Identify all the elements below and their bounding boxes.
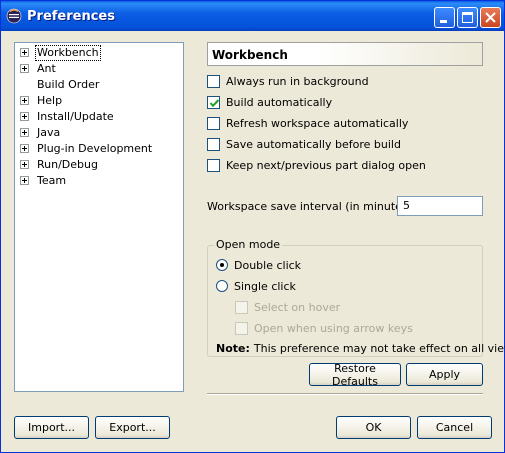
restore-defaults-button[interactable]: Restore Defaults <box>309 362 401 388</box>
tree-item-label[interactable]: Help <box>36 94 63 108</box>
tree-item-run-debug[interactable]: Run/Debug <box>15 157 183 173</box>
title-bar[interactable]: Preferences <box>1 1 504 31</box>
checkmark-icon <box>209 98 220 107</box>
tree-item-ant[interactable]: Ant <box>15 61 183 77</box>
checkbox-box[interactable] <box>207 116 220 130</box>
tree-item-label[interactable]: Plug-in Development <box>36 142 153 156</box>
page-title: Workbench <box>207 42 483 66</box>
checkbox-box[interactable] <box>207 137 220 151</box>
checkbox-label: Open when using arrow keys <box>254 321 413 335</box>
keep-dialog-open-checkbox[interactable]: Keep next/previous part dialog open <box>207 157 426 173</box>
checkbox-label: Select on hover <box>254 300 341 314</box>
tree-item-help[interactable]: Help <box>15 93 183 109</box>
maximize-icon <box>462 12 473 23</box>
open-mode-note: Note: This preference may not take effect… <box>216 342 505 355</box>
checkbox-box[interactable] <box>207 74 220 88</box>
checkbox-box[interactable] <box>207 95 220 109</box>
checkbox-box[interactable] <box>207 158 220 172</box>
checkbox-label[interactable]: Always run in background <box>226 75 369 88</box>
ok-button[interactable]: OK <box>336 416 411 439</box>
note-text: This preference may not take effect on a… <box>253 342 505 355</box>
tree-item-install-update[interactable]: Install/Update <box>15 109 183 125</box>
tree-item-team[interactable]: Team <box>15 173 183 189</box>
open-arrow-keys-checkbox: Open when using arrow keys <box>235 320 413 336</box>
radio-button[interactable] <box>216 280 228 292</box>
eclipse-icon <box>6 8 22 24</box>
plus-expander-icon[interactable] <box>20 96 29 105</box>
save-interval-label: Workspace save interval (in minutes): <box>207 200 416 213</box>
checkbox-box <box>235 300 248 314</box>
maximize-button[interactable] <box>457 7 478 28</box>
save-before-build-checkbox[interactable]: Save automatically before build <box>207 136 401 152</box>
plus-expander-icon[interactable] <box>20 128 29 137</box>
tree-item-label[interactable]: Workbench <box>35 45 101 61</box>
checkbox-label[interactable]: Save automatically before build <box>226 138 401 151</box>
note-label: Note: <box>216 342 250 355</box>
tree-item-plugin-development[interactable]: Plug-in Development <box>15 141 183 157</box>
tree-item-workbench[interactable]: Workbench <box>15 45 183 61</box>
radio-label[interactable]: Single click <box>234 280 296 293</box>
minimize-icon <box>440 20 447 23</box>
single-click-radio[interactable]: Single click <box>216 278 296 294</box>
tree-item-label[interactable]: Java <box>36 126 61 140</box>
export-button[interactable]: Export... <box>95 416 170 439</box>
plus-expander-icon[interactable] <box>20 144 29 153</box>
tree-item-java[interactable]: Java <box>15 125 183 141</box>
double-click-radio[interactable]: Double click <box>216 257 301 273</box>
tree-item-build-order[interactable]: Build Order <box>15 77 183 93</box>
checkbox-label[interactable]: Build automatically <box>226 96 332 109</box>
close-button[interactable] <box>480 7 501 28</box>
minimize-button[interactable] <box>434 7 455 28</box>
refresh-workspace-checkbox[interactable]: Refresh workspace automatically <box>207 115 408 131</box>
preference-tree[interactable]: Workbench Ant Build Order Help Install/U… <box>14 42 184 392</box>
save-interval-field[interactable]: 5 <box>397 196 483 216</box>
radio-label[interactable]: Double click <box>234 259 301 272</box>
preferences-window: Preferences Workbench Ant Build Order He… <box>0 0 505 453</box>
plus-expander-icon[interactable] <box>20 176 29 185</box>
tree-item-label[interactable]: Ant <box>36 62 57 76</box>
always-run-background-checkbox[interactable]: Always run in background <box>207 73 369 89</box>
window-title: Preferences <box>27 9 115 24</box>
checkbox-label[interactable]: Refresh workspace automatically <box>226 117 408 130</box>
tree-item-label[interactable]: Build Order <box>36 78 100 92</box>
import-button[interactable]: Import... <box>14 416 89 439</box>
build-automatically-checkbox[interactable]: Build automatically <box>207 94 332 110</box>
plus-expander-icon[interactable] <box>20 48 29 57</box>
checkbox-label[interactable]: Keep next/previous part dialog open <box>226 159 426 172</box>
checkbox-box <box>235 321 248 335</box>
tree-item-label[interactable]: Install/Update <box>36 110 115 124</box>
tree-item-label[interactable]: Run/Debug <box>36 158 99 172</box>
radio-button[interactable] <box>216 259 228 271</box>
select-on-hover-checkbox: Select on hover <box>235 299 340 315</box>
tree-item-label[interactable]: Team <box>36 174 67 188</box>
close-icon <box>485 12 496 23</box>
open-mode-title: Open mode <box>214 238 283 251</box>
plus-expander-icon[interactable] <box>20 160 29 169</box>
plus-expander-icon[interactable] <box>20 64 29 73</box>
cancel-button[interactable]: Cancel <box>417 416 492 439</box>
separator <box>207 393 483 395</box>
plus-expander-icon[interactable] <box>20 112 29 121</box>
apply-button[interactable]: Apply <box>406 363 483 386</box>
